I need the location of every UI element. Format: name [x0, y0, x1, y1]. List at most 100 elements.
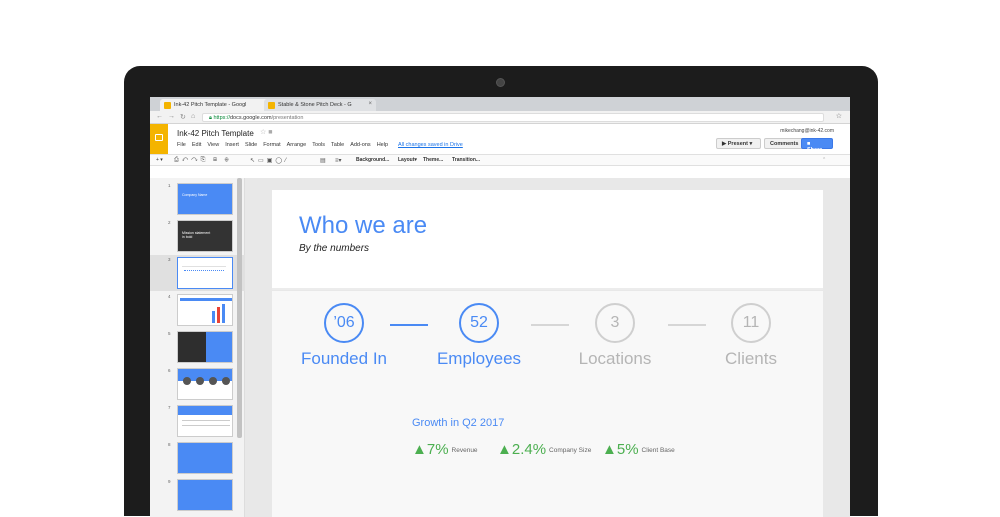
slide-number: 9 [168, 479, 171, 484]
stat-employees[interactable]: 52 Employees [429, 303, 529, 369]
slide-number: 5 [168, 331, 171, 336]
growth-company-size[interactable]: ▲2.4% Company Size [497, 441, 591, 458]
theme-button[interactable]: Theme... [423, 157, 443, 163]
menu-slide[interactable]: Slide [245, 142, 257, 148]
menu-table[interactable]: Table [331, 142, 344, 148]
stat-label: Employees [436, 349, 522, 368]
insert-tool-icons[interactable]: ↖▭▣◯⁄ [250, 157, 289, 164]
growth-title[interactable]: Growth in Q2 2017 [412, 417, 504, 429]
slide-number: 4 [168, 294, 171, 299]
stat-circle: 3 [595, 303, 635, 343]
star-folder-icons[interactable]: ☆ ■ [260, 128, 272, 136]
growth-client-base[interactable]: ▲5% Client Base [602, 441, 675, 458]
slide-thumbnail[interactable] [177, 294, 233, 326]
menu-format[interactable]: Format [263, 142, 280, 148]
document-title[interactable]: Ink-42 Pitch Template [177, 129, 254, 138]
slide-thumbnail[interactable]: Mission statement in bold [177, 220, 233, 252]
camera [496, 78, 505, 87]
stat-locations[interactable]: 3 Locations [565, 303, 665, 369]
chevron-down-icon[interactable]: ▾ [748, 141, 752, 147]
bookmark-star-icon[interactable]: ☆ [836, 112, 842, 120]
present-button[interactable]: ▶ Present ▾ [716, 138, 761, 149]
comments-button[interactable]: Comments [764, 138, 805, 149]
account-email[interactable]: mikechang@ink-42.com [780, 128, 834, 134]
slide-thumb-row[interactable]: 8 [150, 440, 245, 476]
close-icon[interactable]: × [368, 101, 372, 107]
stat-label: Founded In [300, 349, 387, 368]
browser-tab-active[interactable]: Ink-42 Pitch Template - Googl × [160, 99, 272, 111]
slide-thumbnail[interactable] [177, 479, 233, 511]
slide-thumbnail[interactable] [177, 368, 233, 400]
home-icon[interactable]: ⌂ [191, 113, 195, 120]
slide-subtitle[interactable]: By the numbers [299, 243, 369, 254]
filmstrip-scrollbar[interactable] [237, 178, 242, 438]
menu-bar: File Edit View Insert Slide Format Arran… [177, 142, 463, 148]
growth-label: Revenue [451, 446, 478, 454]
slide-thumbnail[interactable] [177, 331, 233, 363]
forward-icon[interactable]: → [168, 113, 175, 120]
edit-tool-icons[interactable]: ⎙↶↷⎘ ⊞ ⊕ [174, 157, 232, 164]
slide-thumb-row[interactable]: 5 [150, 329, 245, 365]
stat-circle: 52 [459, 303, 499, 343]
comment-icon[interactable]: ▤ [320, 157, 326, 164]
docs-header: Ink-42 Pitch Template ☆ ■ File Edit View… [150, 124, 850, 154]
growth-revenue[interactable]: ▲7% Revenue [412, 441, 478, 458]
save-status[interactable]: All changes saved in Drive [398, 142, 463, 148]
slide-thumb-row[interactable]: 2 Mission statement in bold [150, 218, 245, 254]
slide-thumb-row[interactable]: 4 [150, 292, 245, 328]
menu-insert[interactable]: Insert [225, 142, 239, 148]
menu-edit[interactable]: Edit [192, 142, 201, 148]
share-button[interactable]: ■ Share [801, 138, 833, 153]
align-icon[interactable]: ≡▾ [335, 157, 342, 164]
slide-thumb-row-selected[interactable]: 3 [150, 255, 245, 291]
slide-thumb-row[interactable]: 7 [150, 403, 245, 439]
transition-button[interactable]: Transition... [452, 157, 480, 163]
menu-arrange[interactable]: Arrange [287, 142, 307, 148]
chevron-down-icon: ▾ [414, 157, 417, 163]
share-label: Share [807, 147, 823, 153]
menu-tools[interactable]: Tools [312, 142, 325, 148]
url-host: docs.google.com [229, 115, 272, 121]
laptop-frame: Ink-42 Pitch Template - Googl × Stable &… [124, 66, 878, 517]
slide-thumb-row[interactable]: 9 [150, 477, 245, 513]
slide-body[interactable]: ’06 Founded In 52 Employees 3 Locations … [272, 291, 823, 517]
browser-tab[interactable]: Stable & Stone Pitch Deck - G × [264, 99, 376, 111]
new-slide-icon[interactable]: + ▾ [156, 157, 163, 163]
url-input[interactable]: 🔒︎ https://docs.google.com/presentation [202, 113, 824, 122]
url-scheme: https:// [213, 115, 230, 121]
layout-label: Layout [398, 157, 415, 163]
slide-thumbnail[interactable] [177, 257, 233, 289]
collapse-icon[interactable]: ⌃ [822, 157, 826, 163]
growth-value: ▲2.4% [497, 441, 547, 458]
slide-thumbnail[interactable] [177, 442, 233, 474]
browser-tabstrip: Ink-42 Pitch Template - Googl × Stable &… [150, 97, 850, 111]
slide-header-band[interactable]: Who we are By the numbers [272, 190, 823, 290]
connector-line [390, 324, 428, 326]
thumb-title: Mission statement in bold [182, 231, 211, 239]
slide-number: 7 [168, 405, 171, 410]
menu-add-ons[interactable]: Add-ons [350, 142, 371, 148]
growth-label: Company Size [549, 446, 592, 454]
slide-number: 8 [168, 442, 171, 447]
slides-logo-icon[interactable] [150, 124, 168, 154]
stat-clients[interactable]: 11 Clients [701, 303, 801, 369]
slide-thumbnail[interactable] [177, 405, 233, 437]
growth-label: Client Base [641, 446, 675, 454]
stat-founded[interactable]: ’06 Founded In [294, 303, 394, 369]
background-button[interactable]: Background... [356, 157, 389, 163]
slides-favicon-icon [268, 102, 275, 109]
slide-filmstrip: 1 Company Name 2 Mission statement in bo… [150, 178, 245, 517]
menu-help[interactable]: Help [377, 142, 388, 148]
reload-icon[interactable]: ↻ [180, 113, 186, 121]
back-icon[interactable]: ← [156, 113, 163, 120]
menu-file[interactable]: File [177, 142, 186, 148]
slide-thumb-row[interactable]: 1 Company Name [150, 181, 245, 217]
growth-value: ▲7% [412, 441, 449, 458]
slide-thumb-row[interactable]: 6 [150, 366, 245, 402]
slides-favicon-icon [164, 102, 171, 109]
menu-view[interactable]: View [207, 142, 219, 148]
tab-label: Ink-42 Pitch Template - Googl [174, 102, 247, 108]
slide-title[interactable]: Who we are [299, 212, 427, 240]
layout-button[interactable]: Layout▾ [398, 157, 417, 163]
slide-thumbnail[interactable]: Company Name [177, 183, 233, 215]
